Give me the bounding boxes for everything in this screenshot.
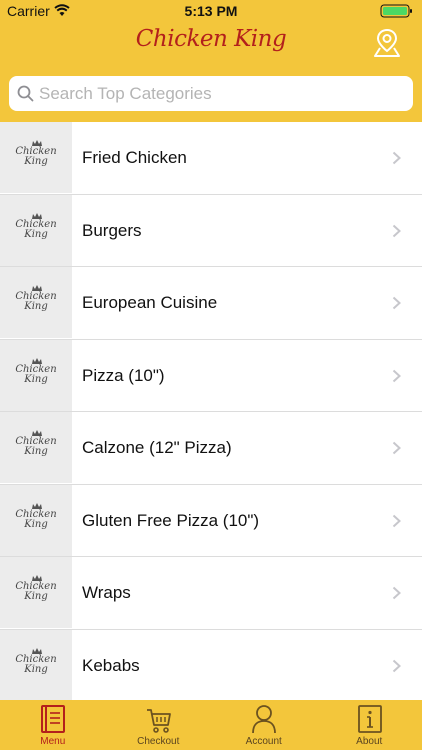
category-row-gluten-free-pizza[interactable]: Chicken King Gluten Free Pizza (10")	[0, 484, 422, 557]
tab-checkout[interactable]: Checkout	[106, 700, 212, 750]
category-row-calzone[interactable]: Chicken King Calzone (12" Pizza)	[0, 412, 422, 485]
category-row-burgers[interactable]: Chicken King Burgers	[0, 194, 422, 267]
category-thumbnail: Chicken King	[0, 267, 72, 338]
category-thumbnail: Chicken King	[0, 412, 72, 483]
category-thumbnail: Chicken King	[0, 194, 72, 266]
category-label: Kebabs	[82, 655, 140, 675]
category-label: Pizza (10")	[82, 365, 165, 385]
search-input[interactable]	[39, 76, 407, 111]
chevron-right-icon	[392, 151, 401, 165]
thumbnail-logo: Chicken King	[15, 581, 57, 602]
tab-label: Checkout	[137, 736, 180, 747]
thumbnail-logo: Chicken King	[15, 291, 57, 312]
status-time: 5:13 PM	[184, 3, 238, 19]
tab-account[interactable]: Account	[211, 700, 317, 750]
category-row-pizza[interactable]: Chicken King Pizza (10")	[0, 339, 422, 412]
menu-book-icon	[41, 705, 65, 733]
category-row-fried-chicken[interactable]: Chicken King Fried Chicken	[0, 122, 422, 195]
category-label: Calzone (12" Pizza)	[82, 438, 232, 457]
chevron-right-icon	[392, 659, 401, 672]
location-pin-icon[interactable]	[373, 28, 401, 58]
category-label: Burgers	[82, 220, 142, 240]
category-thumbnail: Chicken King	[0, 629, 72, 700]
chevron-right-icon	[392, 296, 401, 310]
tab-menu[interactable]: Menu	[0, 700, 106, 750]
category-thumbnail: Chicken King	[0, 484, 72, 556]
chevron-right-icon	[392, 441, 401, 455]
tab-label: Menu	[40, 736, 66, 747]
tab-bar: Menu Checkout Account About	[0, 700, 422, 750]
thumbnail-logo: Chicken King	[15, 436, 57, 457]
thumbnail-logo: Chicken King	[15, 363, 57, 385]
person-icon	[252, 705, 276, 734]
category-thumbnail: Chicken King	[0, 339, 72, 411]
search-bar[interactable]	[9, 76, 413, 111]
category-label: Gluten Free Pizza (10")	[82, 510, 260, 530]
tab-label: Account	[245, 736, 282, 747]
category-row-european-cuisine[interactable]: Chicken King European Cuisine	[0, 267, 422, 340]
thumbnail-logo: Chicken King	[15, 146, 57, 167]
info-icon	[357, 705, 382, 733]
chevron-right-icon	[392, 224, 401, 237]
category-label: Wraps	[82, 583, 131, 602]
category-label: Fried Chicken	[82, 148, 187, 167]
category-row-kebabs[interactable]: Chicken King Kebabs	[0, 629, 422, 700]
thumbnail-logo: Chicken King	[15, 653, 57, 675]
thumbnail-logo: Chicken King	[15, 218, 57, 240]
chevron-right-icon	[392, 369, 401, 382]
header: Carrier 5:13 PM Chicken King	[0, 0, 422, 122]
category-label: European Cuisine	[82, 293, 218, 312]
category-thumbnail: Chicken King	[0, 122, 72, 193]
chevron-right-icon	[392, 514, 401, 527]
category-list: Chicken King Fried Chicken Chicken King Bu…	[0, 122, 422, 700]
tab-about[interactable]: About	[317, 700, 422, 750]
search-icon	[17, 85, 34, 102]
chevron-right-icon	[392, 586, 401, 600]
cart-icon	[146, 709, 171, 733]
category-thumbnail: Chicken King	[0, 557, 72, 628]
battery-icon	[380, 4, 412, 18]
category-row-wraps[interactable]: Chicken King Wraps	[0, 557, 422, 630]
thumbnail-logo: Chicken King	[15, 508, 57, 530]
tab-label: About	[356, 736, 383, 747]
status-bar: Carrier 5:13 PM	[0, 0, 422, 22]
brand-logo: Chicken King	[135, 26, 287, 52]
